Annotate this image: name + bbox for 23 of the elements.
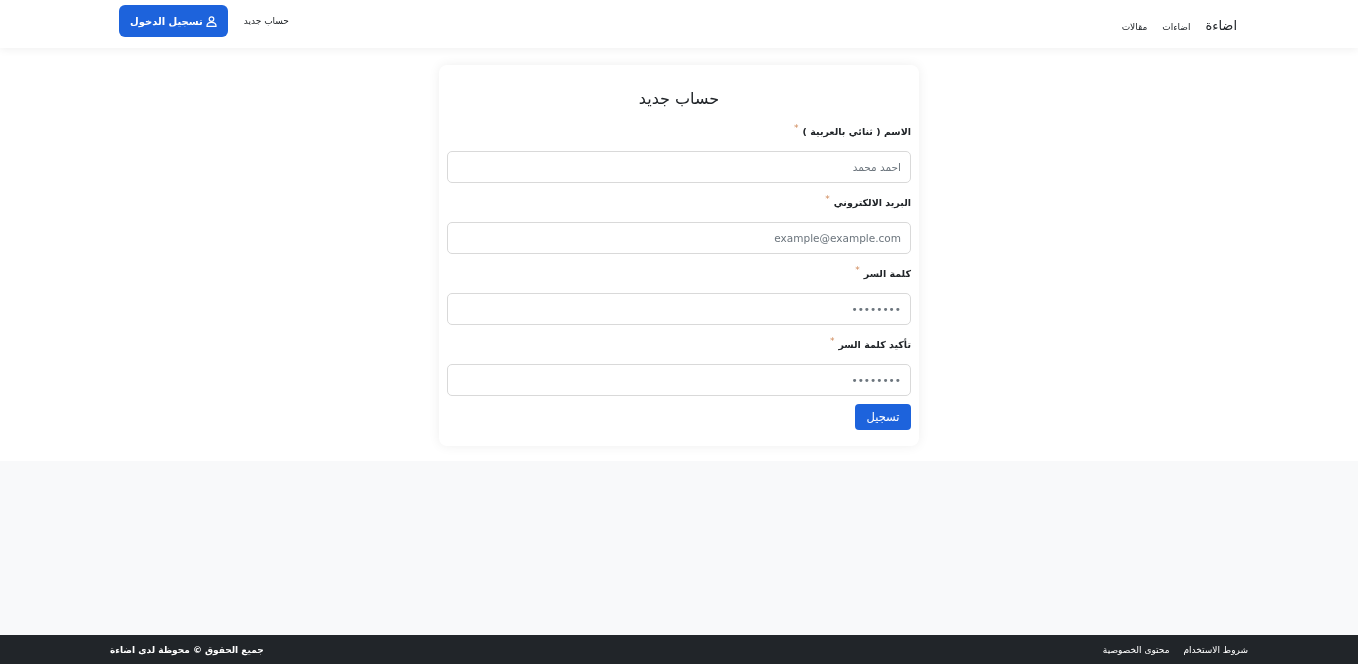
required-asterisk: * xyxy=(825,194,830,204)
footer-link[interactable]: محتوى الخصوصية xyxy=(1102,642,1170,657)
nav-link[interactable]: مقالات xyxy=(1121,17,1148,34)
register-button[interactable]: تسجيل xyxy=(855,404,911,430)
input-field[interactable]: •••••••• xyxy=(447,293,911,325)
required-asterisk: * xyxy=(829,336,835,346)
field-label: الاسم ( ثنائي بالعربية ) xyxy=(802,125,911,140)
nav-link[interactable]: اضاءات xyxy=(1162,17,1191,34)
form-title: حساب جديد xyxy=(637,88,721,110)
footer-link[interactable]: شروط الاستخدام xyxy=(1183,642,1248,657)
required-asterisk: * xyxy=(794,123,799,133)
field-label: كلمة السر xyxy=(863,267,911,281)
login-button[interactable]: تسجيل الدخول xyxy=(119,5,228,37)
field-label: البريد الالكتروني xyxy=(833,196,911,211)
input-field[interactable]: احمد محمد xyxy=(447,151,911,183)
required-asterisk: * xyxy=(855,265,860,275)
copyright-text: جميع الحقوق © محوظة لدى اضاءة xyxy=(110,643,264,657)
input-field[interactable]: •••••••• xyxy=(447,364,911,396)
brand-name[interactable]: اضاءة xyxy=(1205,16,1237,35)
field-label: تأكيد كلمة السر xyxy=(838,337,911,353)
signup-link[interactable]: حساب جديد xyxy=(243,14,289,28)
input-field[interactable]: example@example.com xyxy=(447,222,911,254)
user-icon xyxy=(205,15,217,27)
